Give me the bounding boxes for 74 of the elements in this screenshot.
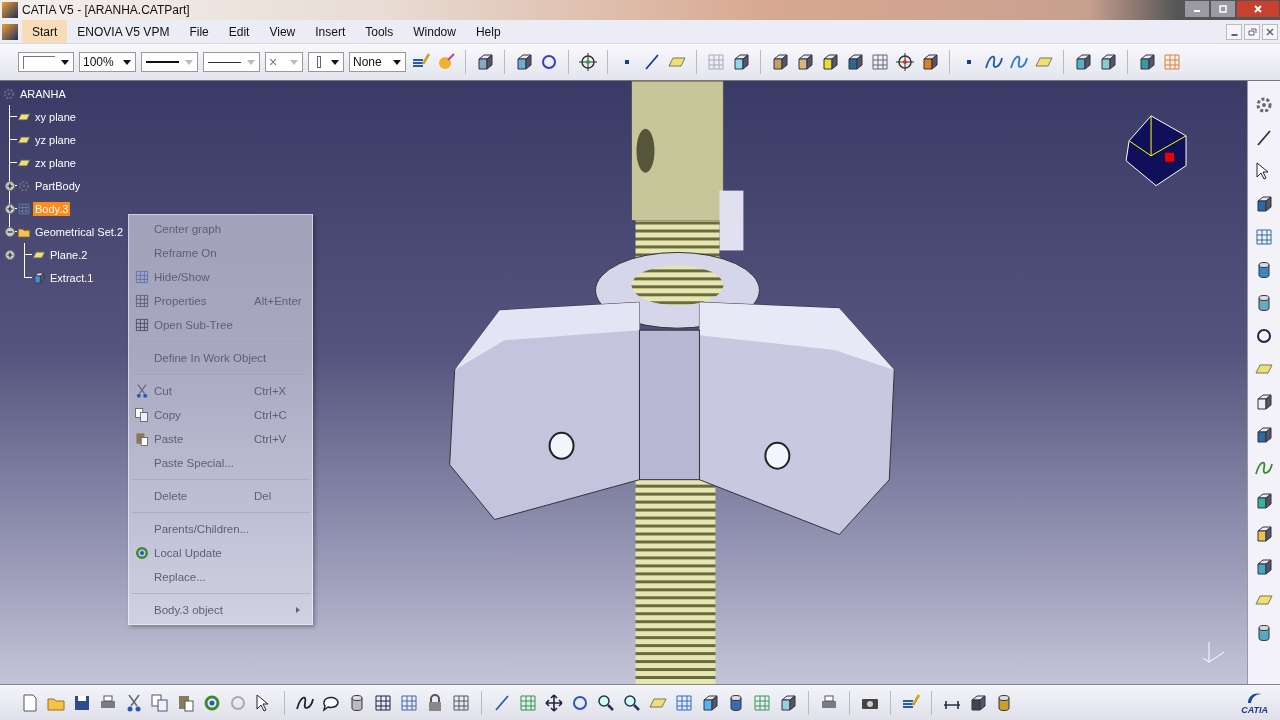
close-button[interactable]	[1236, 0, 1280, 18]
menu-item[interactable]: View	[259, 20, 306, 43]
body-grid-icon	[17, 201, 31, 216]
menu-item[interactable]: ENOVIA V5 VPM	[67, 20, 180, 43]
close-button[interactable]	[1262, 23, 1278, 40]
menu-item[interactable]: File	[179, 20, 219, 43]
menu-item[interactable]: Body.3 object	[129, 598, 312, 622]
menu-item[interactable]: Tools	[355, 20, 404, 43]
window-title: CATIA V5 - [ARANHA.CATPart]	[22, 3, 190, 17]
close-icon	[1253, 4, 1263, 14]
rendering-style-dropdown[interactable]	[308, 52, 344, 72]
menu-item[interactable]: Window	[403, 20, 466, 43]
sphere-icon[interactable]	[436, 52, 456, 72]
cube-icon[interactable]	[1254, 491, 1274, 511]
cube-icon[interactable]	[1254, 557, 1274, 577]
close-icon	[1265, 26, 1275, 37]
expand-toggle[interactable]	[5, 249, 15, 260]
tree-item[interactable]: PartBody	[33, 178, 83, 193]
box-icon[interactable]	[1254, 194, 1274, 214]
line-thickness-dropdown[interactable]	[141, 52, 198, 72]
update-icon	[133, 545, 150, 561]
tree-item[interactable]: yz plane	[33, 132, 78, 147]
tree-item[interactable]: zx plane	[33, 155, 78, 170]
new-file-icon[interactable]	[20, 692, 40, 713]
menu-item[interactable]: Insert	[305, 20, 356, 43]
fill-color-dropdown[interactable]	[18, 52, 74, 72]
menu-item[interactable]: Parents/Children...	[129, 517, 312, 541]
line-type-dropdown[interactable]	[203, 52, 260, 72]
copy-icon	[133, 407, 150, 423]
cube-icon[interactable]	[1254, 524, 1274, 544]
line-icon[interactable]	[642, 52, 662, 72]
tree-item[interactable]: Plane.2	[48, 247, 90, 262]
tree-item[interactable]: ARANHA	[18, 86, 68, 101]
part-gear-icon	[2, 86, 16, 101]
menu-item[interactable]: Help	[465, 20, 511, 43]
circle-icon[interactable]	[539, 52, 559, 72]
tree-item[interactable]: Extract.1	[48, 270, 96, 285]
layer-dropdown[interactable]: None	[349, 52, 406, 72]
table-icon[interactable]	[373, 692, 393, 713]
minimize-button[interactable]	[1226, 23, 1242, 40]
tree-item[interactable]: xy plane	[33, 109, 78, 124]
logo-text: CATIA	[1241, 704, 1268, 715]
point-symbol-dropdown[interactable]: ×	[265, 52, 303, 72]
compass-drawing[interactable]	[1125, 115, 1187, 187]
zoom-in-icon[interactable]	[596, 692, 616, 713]
body-gear-icon	[17, 178, 31, 193]
paste-icon	[133, 431, 150, 447]
settings-icon[interactable]	[1254, 95, 1274, 115]
menu-item[interactable]: Replace...	[129, 565, 312, 589]
axis-icon	[1202, 641, 1225, 663]
box-icon[interactable]	[731, 52, 751, 72]
menu-item[interactable]: Local Update	[129, 541, 312, 565]
ring-icon[interactable]	[1254, 326, 1274, 346]
restore-icon	[1247, 26, 1257, 37]
maximize-button[interactable]	[1210, 0, 1236, 18]
copy-icon[interactable]	[150, 692, 170, 713]
block-icon[interactable]	[1254, 392, 1274, 412]
menu-item[interactable]: Delete Del	[129, 484, 312, 508]
menu-item[interactable]: Start	[22, 20, 68, 43]
minimize-button[interactable]	[1184, 0, 1210, 18]
tree-item[interactable]: Geometrical Set.2	[33, 224, 126, 239]
zoom-out-icon[interactable]	[622, 692, 642, 713]
expand-toggle[interactable]	[5, 226, 15, 237]
maximize-icon	[1218, 4, 1228, 14]
cube-icon[interactable]	[1254, 425, 1274, 445]
menu-item[interactable]: Edit	[218, 20, 260, 43]
expand-toggle[interactable]	[5, 203, 15, 214]
iso-view-icon[interactable]	[700, 692, 720, 713]
app-logo-icon	[2, 23, 18, 40]
app-logo-icon	[2, 2, 18, 18]
expand-toggle[interactable]	[5, 180, 15, 191]
minimize-icon	[1230, 33, 1238, 36]
transparency-dropdown[interactable]: 100%	[79, 52, 136, 72]
pan-icon[interactable]	[544, 692, 564, 713]
